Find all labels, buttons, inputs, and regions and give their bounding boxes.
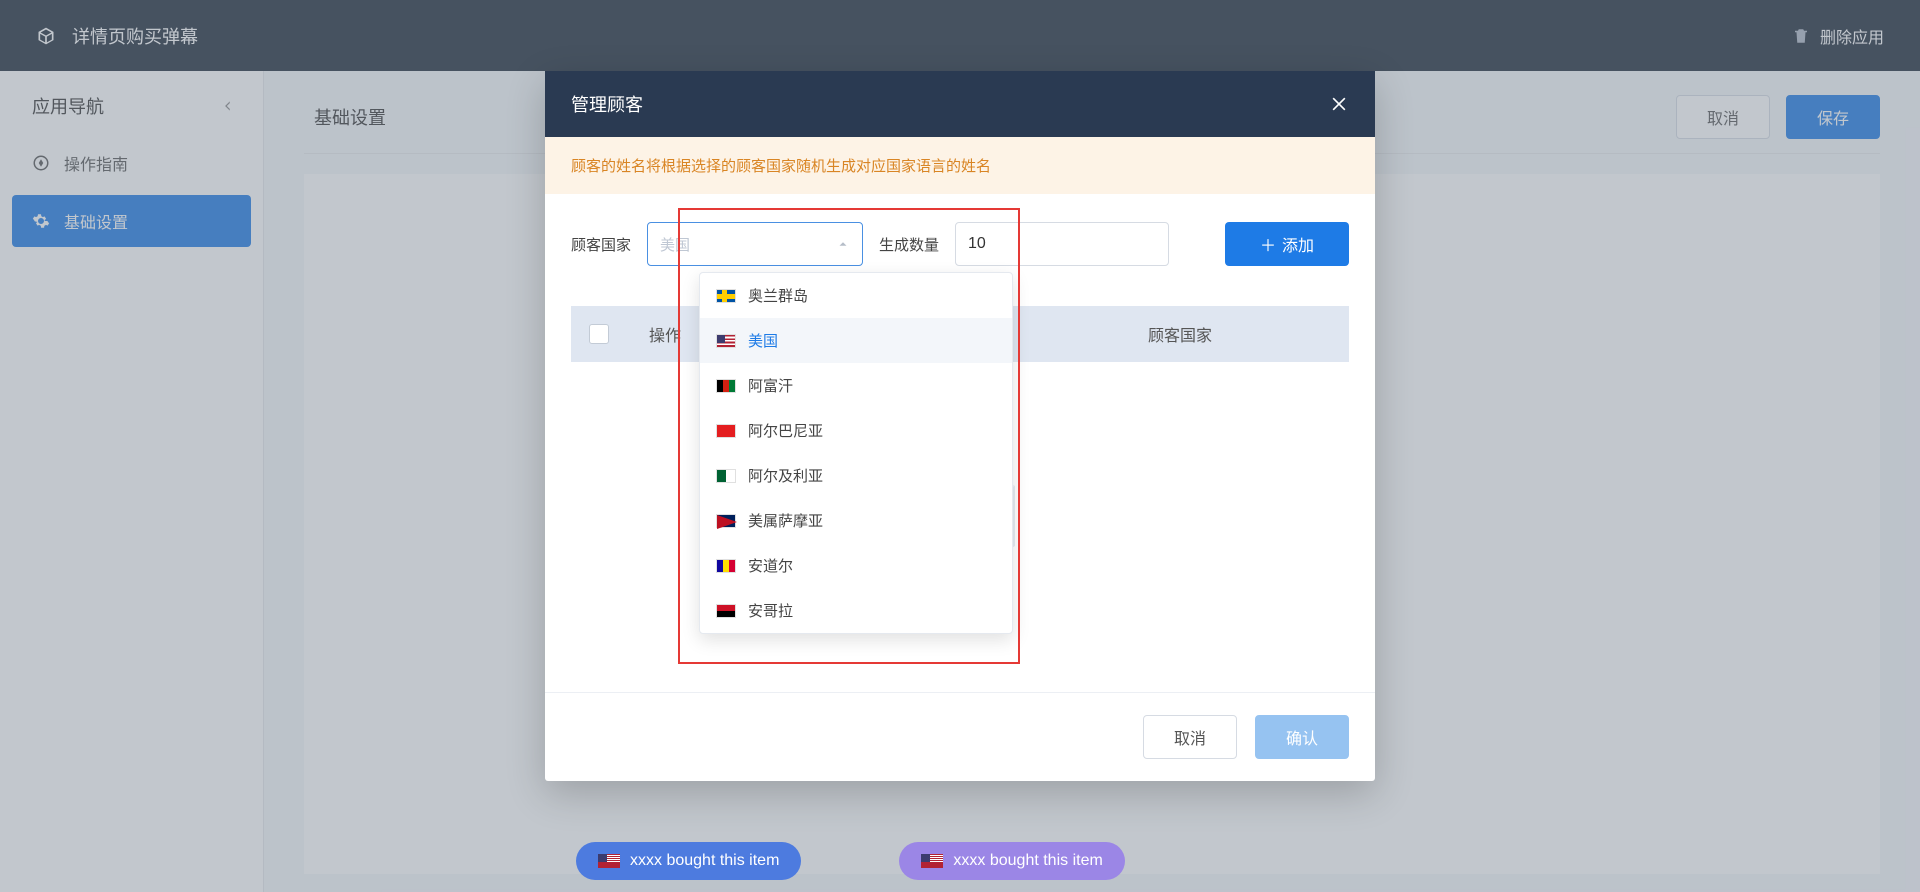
flag-icon (716, 469, 736, 483)
modal-alert: 顾客的姓名将根据选择的顾客国家随机生成对应国家语言的姓名 (545, 137, 1375, 194)
add-button-label: 添加 (1282, 232, 1314, 256)
dropdown-option-angola[interactable]: 安哥拉 (700, 588, 1012, 633)
flag-icon (716, 559, 736, 573)
pill-text: xxxx bought this item (953, 852, 1102, 870)
country-select[interactable]: 美国 (647, 222, 863, 266)
flag-icon (716, 604, 736, 618)
pill-text: xxxx bought this item (630, 852, 779, 870)
dropdown-option-label: 美国 (748, 330, 778, 351)
dropdown-option-label: 阿尔巴尼亚 (748, 420, 823, 441)
dropdown-option-albania[interactable]: 阿尔巴尼亚 (700, 408, 1012, 453)
preview-pills: xxxx bought this item xxxx bought this i… (576, 842, 1165, 880)
plus-icon: ＋ (1260, 232, 1276, 256)
country-dropdown: 奥兰群岛 美国 阿富汗 阿尔巴尼亚 阿尔及利亚 美属萨摩亚 (699, 272, 1013, 634)
modal-body: 顾客国家 美国 生成数量 ＋ 添加 奥兰群岛 美国 阿富汗 (545, 194, 1375, 692)
flag-icon (716, 379, 736, 393)
preview-pill-purple: xxxx bought this item (899, 842, 1124, 880)
modal-cancel-button[interactable]: 取消 (1143, 715, 1237, 759)
select-all-checkbox[interactable] (589, 324, 609, 344)
chevron-up-icon (836, 237, 850, 251)
add-button[interactable]: ＋ 添加 (1225, 222, 1349, 266)
dropdown-option-algeria[interactable]: 阿尔及利亚 (700, 453, 1012, 498)
modal-confirm-button[interactable]: 确认 (1255, 715, 1349, 759)
select-placeholder: 美国 (660, 234, 690, 255)
dropdown-option-label: 安哥拉 (748, 600, 793, 621)
label-customer-country: 顾客国家 (571, 234, 631, 255)
dropdown-option-andorra[interactable]: 安道尔 (700, 543, 1012, 588)
flag-icon (716, 514, 736, 528)
manage-customers-modal: 管理顾客 顾客的姓名将根据选择的顾客国家随机生成对应国家语言的姓名 顾客国家 美… (545, 71, 1375, 781)
flag-icon (921, 854, 943, 868)
amount-input[interactable] (955, 222, 1169, 266)
modal-footer: 取消 确认 (545, 692, 1375, 781)
modal-header: 管理顾客 (545, 71, 1375, 137)
close-icon[interactable] (1329, 94, 1349, 114)
flag-icon (716, 334, 736, 348)
flag-icon (598, 854, 620, 868)
label-generate-amount: 生成数量 (879, 234, 939, 255)
dropdown-option-label: 美属萨摩亚 (748, 510, 823, 531)
dropdown-option-label: 奥兰群岛 (748, 285, 808, 306)
dropdown-option-label: 阿富汗 (748, 375, 793, 396)
th-customer-country: 顾客国家 (1029, 322, 1331, 346)
form-row: 顾客国家 美国 生成数量 ＋ 添加 (571, 222, 1349, 266)
dropdown-option-label: 阿尔及利亚 (748, 465, 823, 486)
modal-title: 管理顾客 (571, 91, 643, 117)
preview-pill-blue: xxxx bought this item (576, 842, 801, 880)
dropdown-option-afghanistan[interactable]: 阿富汗 (700, 363, 1012, 408)
flag-icon (716, 424, 736, 438)
dropdown-option-aland[interactable]: 奥兰群岛 (700, 273, 1012, 318)
flag-icon (716, 289, 736, 303)
dropdown-option-label: 安道尔 (748, 555, 793, 576)
dropdown-option-american-samoa[interactable]: 美属萨摩亚 (700, 498, 1012, 543)
dropdown-option-us[interactable]: 美国 (700, 318, 1012, 363)
